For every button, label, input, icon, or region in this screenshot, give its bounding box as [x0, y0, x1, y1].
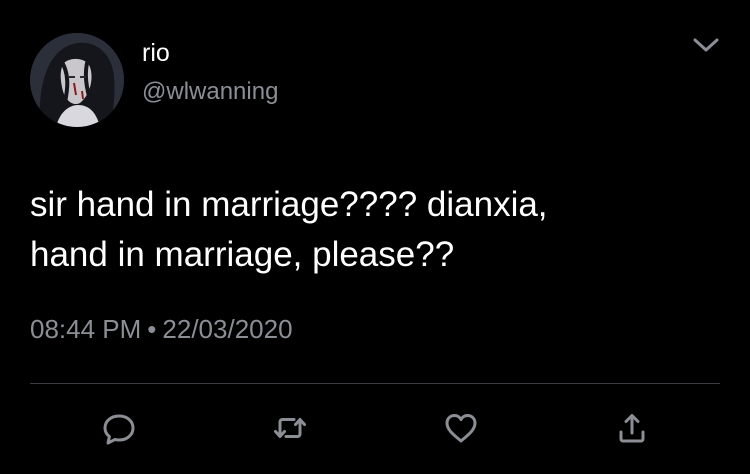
user-handle[interactable]: @wlwanning [142, 78, 278, 106]
tweet-card: rio @wlwanning sir hand in marriage???? … [0, 0, 750, 474]
share-icon [619, 414, 645, 443]
like-icon [445, 414, 477, 443]
tweet-text-line: hand in marriage, please?? [30, 235, 455, 274]
avatar[interactable] [30, 33, 124, 127]
chevron-down-icon [693, 38, 719, 52]
avatar-image [30, 33, 124, 127]
display-name[interactable]: rio [142, 38, 170, 68]
tweet-timestamp[interactable]: 08:44 PM • 22/03/2020 [30, 313, 293, 345]
retweet-button[interactable] [270, 408, 310, 448]
reply-icon [103, 414, 135, 445]
reply-button[interactable] [99, 408, 139, 448]
retweet-icon [274, 418, 306, 438]
meta-separator: • [147, 314, 157, 344]
more-options-button[interactable] [690, 34, 722, 56]
like-button[interactable] [441, 408, 481, 448]
tweet-time: 08:44 PM [30, 314, 142, 344]
tweet-date: 22/03/2020 [162, 314, 293, 344]
divider [30, 383, 720, 384]
tweet-text: sir hand in marriage???? dianxia, hand i… [30, 180, 720, 280]
tweet-text-line: sir hand in marriage???? dianxia, [30, 185, 548, 224]
share-button[interactable] [612, 408, 652, 448]
